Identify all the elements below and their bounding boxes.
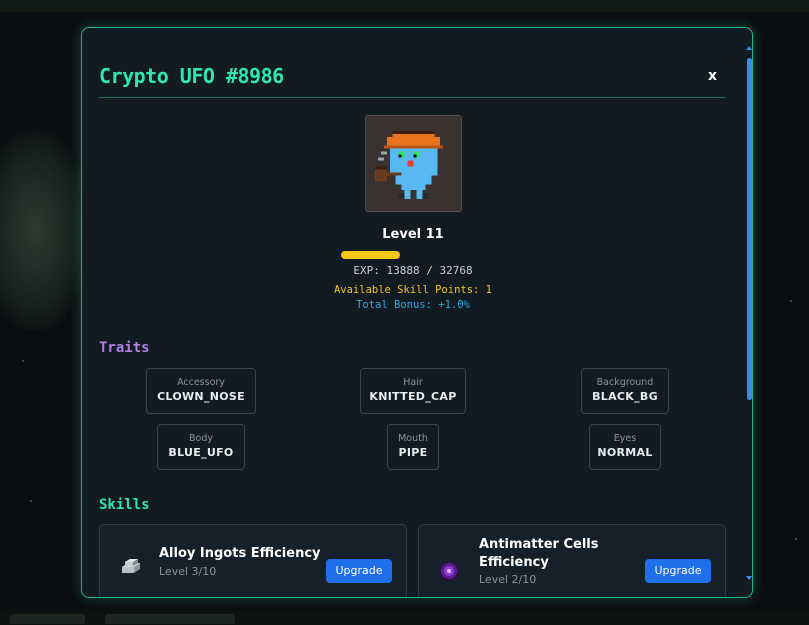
total-bonus: Total Bonus: +1.0% bbox=[356, 299, 470, 311]
trait-value: BLUE_UFO bbox=[168, 446, 234, 459]
background-star bbox=[790, 300, 792, 302]
trait-body: Body BLUE_UFO bbox=[157, 424, 245, 470]
trait-accessory: Accessory CLOWN_NOSE bbox=[146, 368, 256, 414]
exp-progress-fill bbox=[341, 251, 400, 259]
scroll-up-icon[interactable] bbox=[746, 46, 752, 50]
trait-label: Hair bbox=[403, 377, 423, 388]
skill-level: Level 3/10 bbox=[159, 565, 217, 578]
traits-heading: Traits bbox=[99, 340, 150, 356]
ufo-pixel-art bbox=[366, 116, 461, 211]
trait-value: CLOWN_NOSE bbox=[157, 390, 245, 403]
nft-detail-modal: Crypto UFO #8986 x Level 11 EXP: 13888 /… bbox=[81, 27, 753, 598]
upgrade-button-alloy-ingots[interactable]: Upgrade bbox=[326, 559, 392, 583]
background-island bbox=[0, 130, 90, 330]
background-header bbox=[0, 0, 809, 12]
available-skill-points: Available Skill Points: 1 bbox=[333, 284, 493, 296]
scroll-down-icon[interactable] bbox=[746, 576, 752, 580]
ufo-avatar-image bbox=[365, 115, 462, 212]
exp-progress-bar bbox=[341, 251, 481, 259]
trait-label: Accessory bbox=[177, 377, 225, 388]
upgrade-button-antimatter-cells[interactable]: Upgrade bbox=[645, 559, 711, 583]
background-star bbox=[30, 500, 32, 502]
skill-card-alloy-ingots: Alloy Ingots Efficiency Level 3/10 Upgra… bbox=[99, 524, 407, 597]
trait-label: Eyes bbox=[613, 433, 637, 444]
skill-card-antimatter-cells: Antimatter Cells Efficiency Level 2/10 U… bbox=[418, 524, 726, 597]
skill-name: Alloy Ingots Efficiency bbox=[159, 546, 321, 561]
modal-title: Crypto UFO #8986 bbox=[99, 64, 284, 88]
ingot-icon bbox=[122, 559, 140, 573]
background-star bbox=[22, 360, 24, 362]
trait-label: Background bbox=[596, 377, 654, 388]
skills-heading: Skills bbox=[99, 497, 150, 513]
level-label: Level 11 bbox=[382, 227, 444, 242]
trait-value: PIPE bbox=[398, 446, 428, 459]
trait-mouth: Mouth PIPE bbox=[387, 424, 439, 470]
title-divider bbox=[99, 97, 726, 98]
antimatter-icon bbox=[439, 561, 459, 581]
background-footer bbox=[0, 611, 809, 625]
trait-value: KNITTED_CAP bbox=[369, 390, 457, 403]
skill-level: Level 2/10 bbox=[479, 573, 537, 586]
trait-label: Body bbox=[189, 433, 213, 444]
exp-label: EXP: 13888 / 32768 bbox=[353, 264, 473, 277]
scrollbar-thumb[interactable] bbox=[747, 58, 752, 400]
background-star bbox=[795, 538, 797, 540]
trait-value: NORMAL bbox=[597, 446, 653, 459]
trait-eyes: Eyes NORMAL bbox=[589, 424, 661, 470]
trait-background: Background BLACK_BG bbox=[581, 368, 669, 414]
trait-value: BLACK_BG bbox=[592, 390, 658, 403]
close-button[interactable]: x bbox=[708, 68, 717, 84]
skill-name: Antimatter Cells Efficiency bbox=[479, 537, 599, 570]
trait-hair: Hair KNITTED_CAP bbox=[360, 368, 466, 414]
modal-scrollbar[interactable] bbox=[746, 46, 752, 580]
trait-label: Mouth bbox=[398, 433, 428, 444]
